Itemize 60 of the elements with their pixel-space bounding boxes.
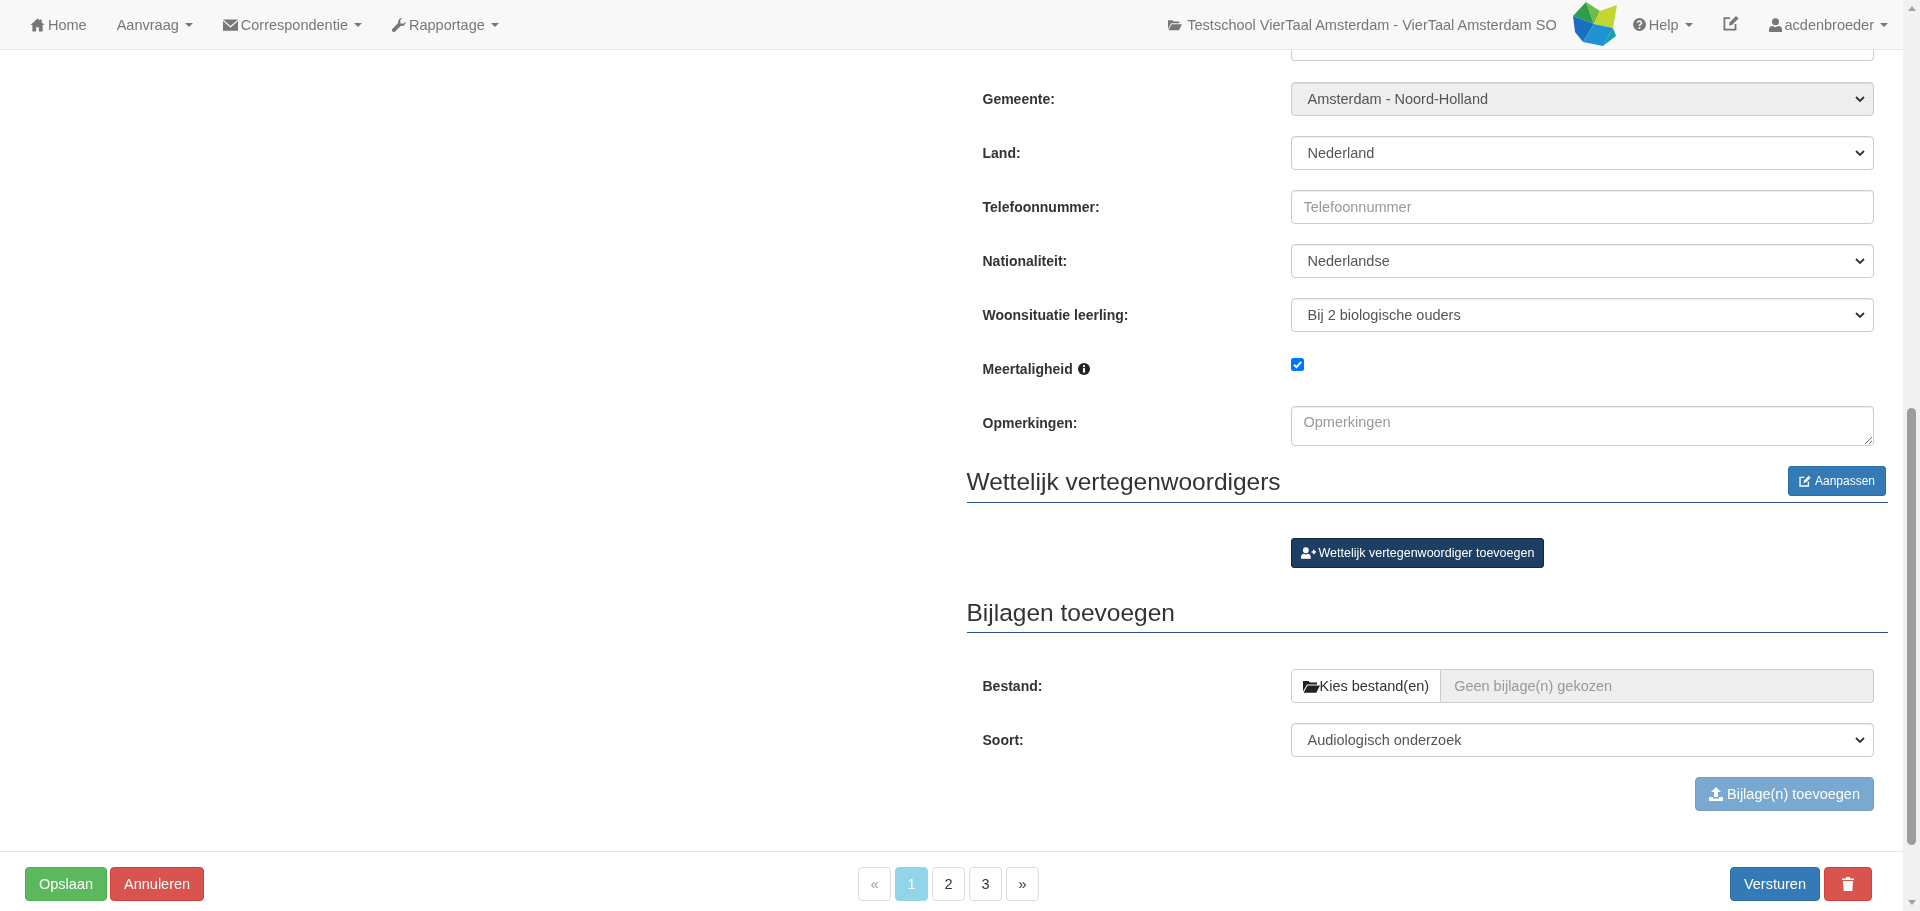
wrench-icon <box>392 17 406 32</box>
chevron-down-icon <box>1855 312 1865 318</box>
upload-icon <box>1709 787 1723 801</box>
home-icon <box>30 17 45 32</box>
envelope-icon <box>222 18 238 31</box>
field-label: Land: <box>982 144 1021 163</box>
chevron-down-icon <box>1855 150 1865 156</box>
user-plus-icon <box>1300 547 1316 559</box>
section-heading: Bijlagen toevoegen <box>966 599 1175 626</box>
select-field[interactable]: Audiologisch onderzoek <box>1290 723 1874 757</box>
section-heading: Wettelijk vertegenwoordigers <box>966 467 1281 495</box>
select-field[interactable]: Nederland <box>1290 136 1874 170</box>
checkbox[interactable] <box>1290 358 1304 371</box>
chevron-down-icon <box>1855 737 1865 743</box>
scrollbar-thumb[interactable] <box>1907 408 1916 845</box>
edit-icon[interactable] <box>1722 14 1739 31</box>
page-link[interactable]: 3 <box>969 867 1002 901</box>
scrollbar[interactable] <box>1903 0 1920 911</box>
folder-icon <box>1302 679 1320 693</box>
field-label: Nationaliteit: <box>982 252 1068 271</box>
field-label: Woonsituatie leerling: <box>982 306 1129 325</box>
file-name-field[interactable]: Geen bijlage(n) gekozen <box>1441 669 1874 703</box>
field-label: Gemeente: <box>982 90 1055 109</box>
cancel-button[interactable]: Annuleren <box>110 867 205 901</box>
send-button[interactable]: Versturen <box>1729 867 1820 901</box>
nav-link[interactable]: Aanvraag <box>101 14 208 35</box>
edit-button[interactable]: Aanpassen <box>1787 466 1886 496</box>
select-field[interactable]: Bij 2 biologische ouders <box>1290 298 1874 332</box>
help-icon <box>1632 18 1646 31</box>
field-label: Meertaligheid <box>982 360 1073 379</box>
user-menu-link[interactable]: acdenbroeder <box>1753 14 1903 35</box>
input-field[interactable] <box>1290 50 1874 61</box>
input-field[interactable]: Telefoonnummer <box>1290 190 1874 224</box>
textarea-field[interactable]: Opmerkingen <box>1290 406 1874 446</box>
scroll-up-icon[interactable] <box>1907 6 1916 11</box>
folder-icon <box>1168 18 1183 31</box>
chevron-down-icon <box>1855 258 1865 264</box>
field-label: Opmerkingen: <box>982 414 1078 433</box>
nav-link[interactable]: Home <box>15 14 102 35</box>
delete-button[interactable] <box>1824 867 1872 901</box>
select-field[interactable]: Nederlandse <box>1290 244 1874 278</box>
info-icon[interactable] <box>1077 363 1090 375</box>
choose-file-button[interactable]: Kies bestand(en) <box>1290 669 1442 703</box>
edit-icon <box>1798 475 1811 487</box>
help-link[interactable]: Help <box>1617 14 1708 35</box>
add-representative-button[interactable]: Wettelijk vertegenwoordiger toevoegen <box>1290 538 1545 568</box>
field-label: Soort: <box>982 731 1024 750</box>
logo-icon[interactable] <box>1572 2 1617 46</box>
page-link[interactable]: 2 <box>932 867 965 901</box>
nav-link[interactable]: Correspondentie <box>207 14 377 35</box>
school-link[interactable]: Testschool VierTaal Amsterdam - VierTaal Amsterdam SO <box>1153 14 1572 35</box>
scroll-down-icon[interactable] <box>1907 900 1916 905</box>
field-label: Telefoonnummer: <box>982 198 1100 217</box>
field-label: Bestand: <box>982 677 1043 696</box>
page-link[interactable]: » <box>1006 867 1039 901</box>
trash-icon <box>1842 877 1854 891</box>
nav-link[interactable]: Rapportage <box>377 14 514 35</box>
save-button[interactable]: Opslaan <box>25 867 107 901</box>
chevron-down-icon <box>1855 96 1865 102</box>
user-icon <box>1768 17 1782 32</box>
